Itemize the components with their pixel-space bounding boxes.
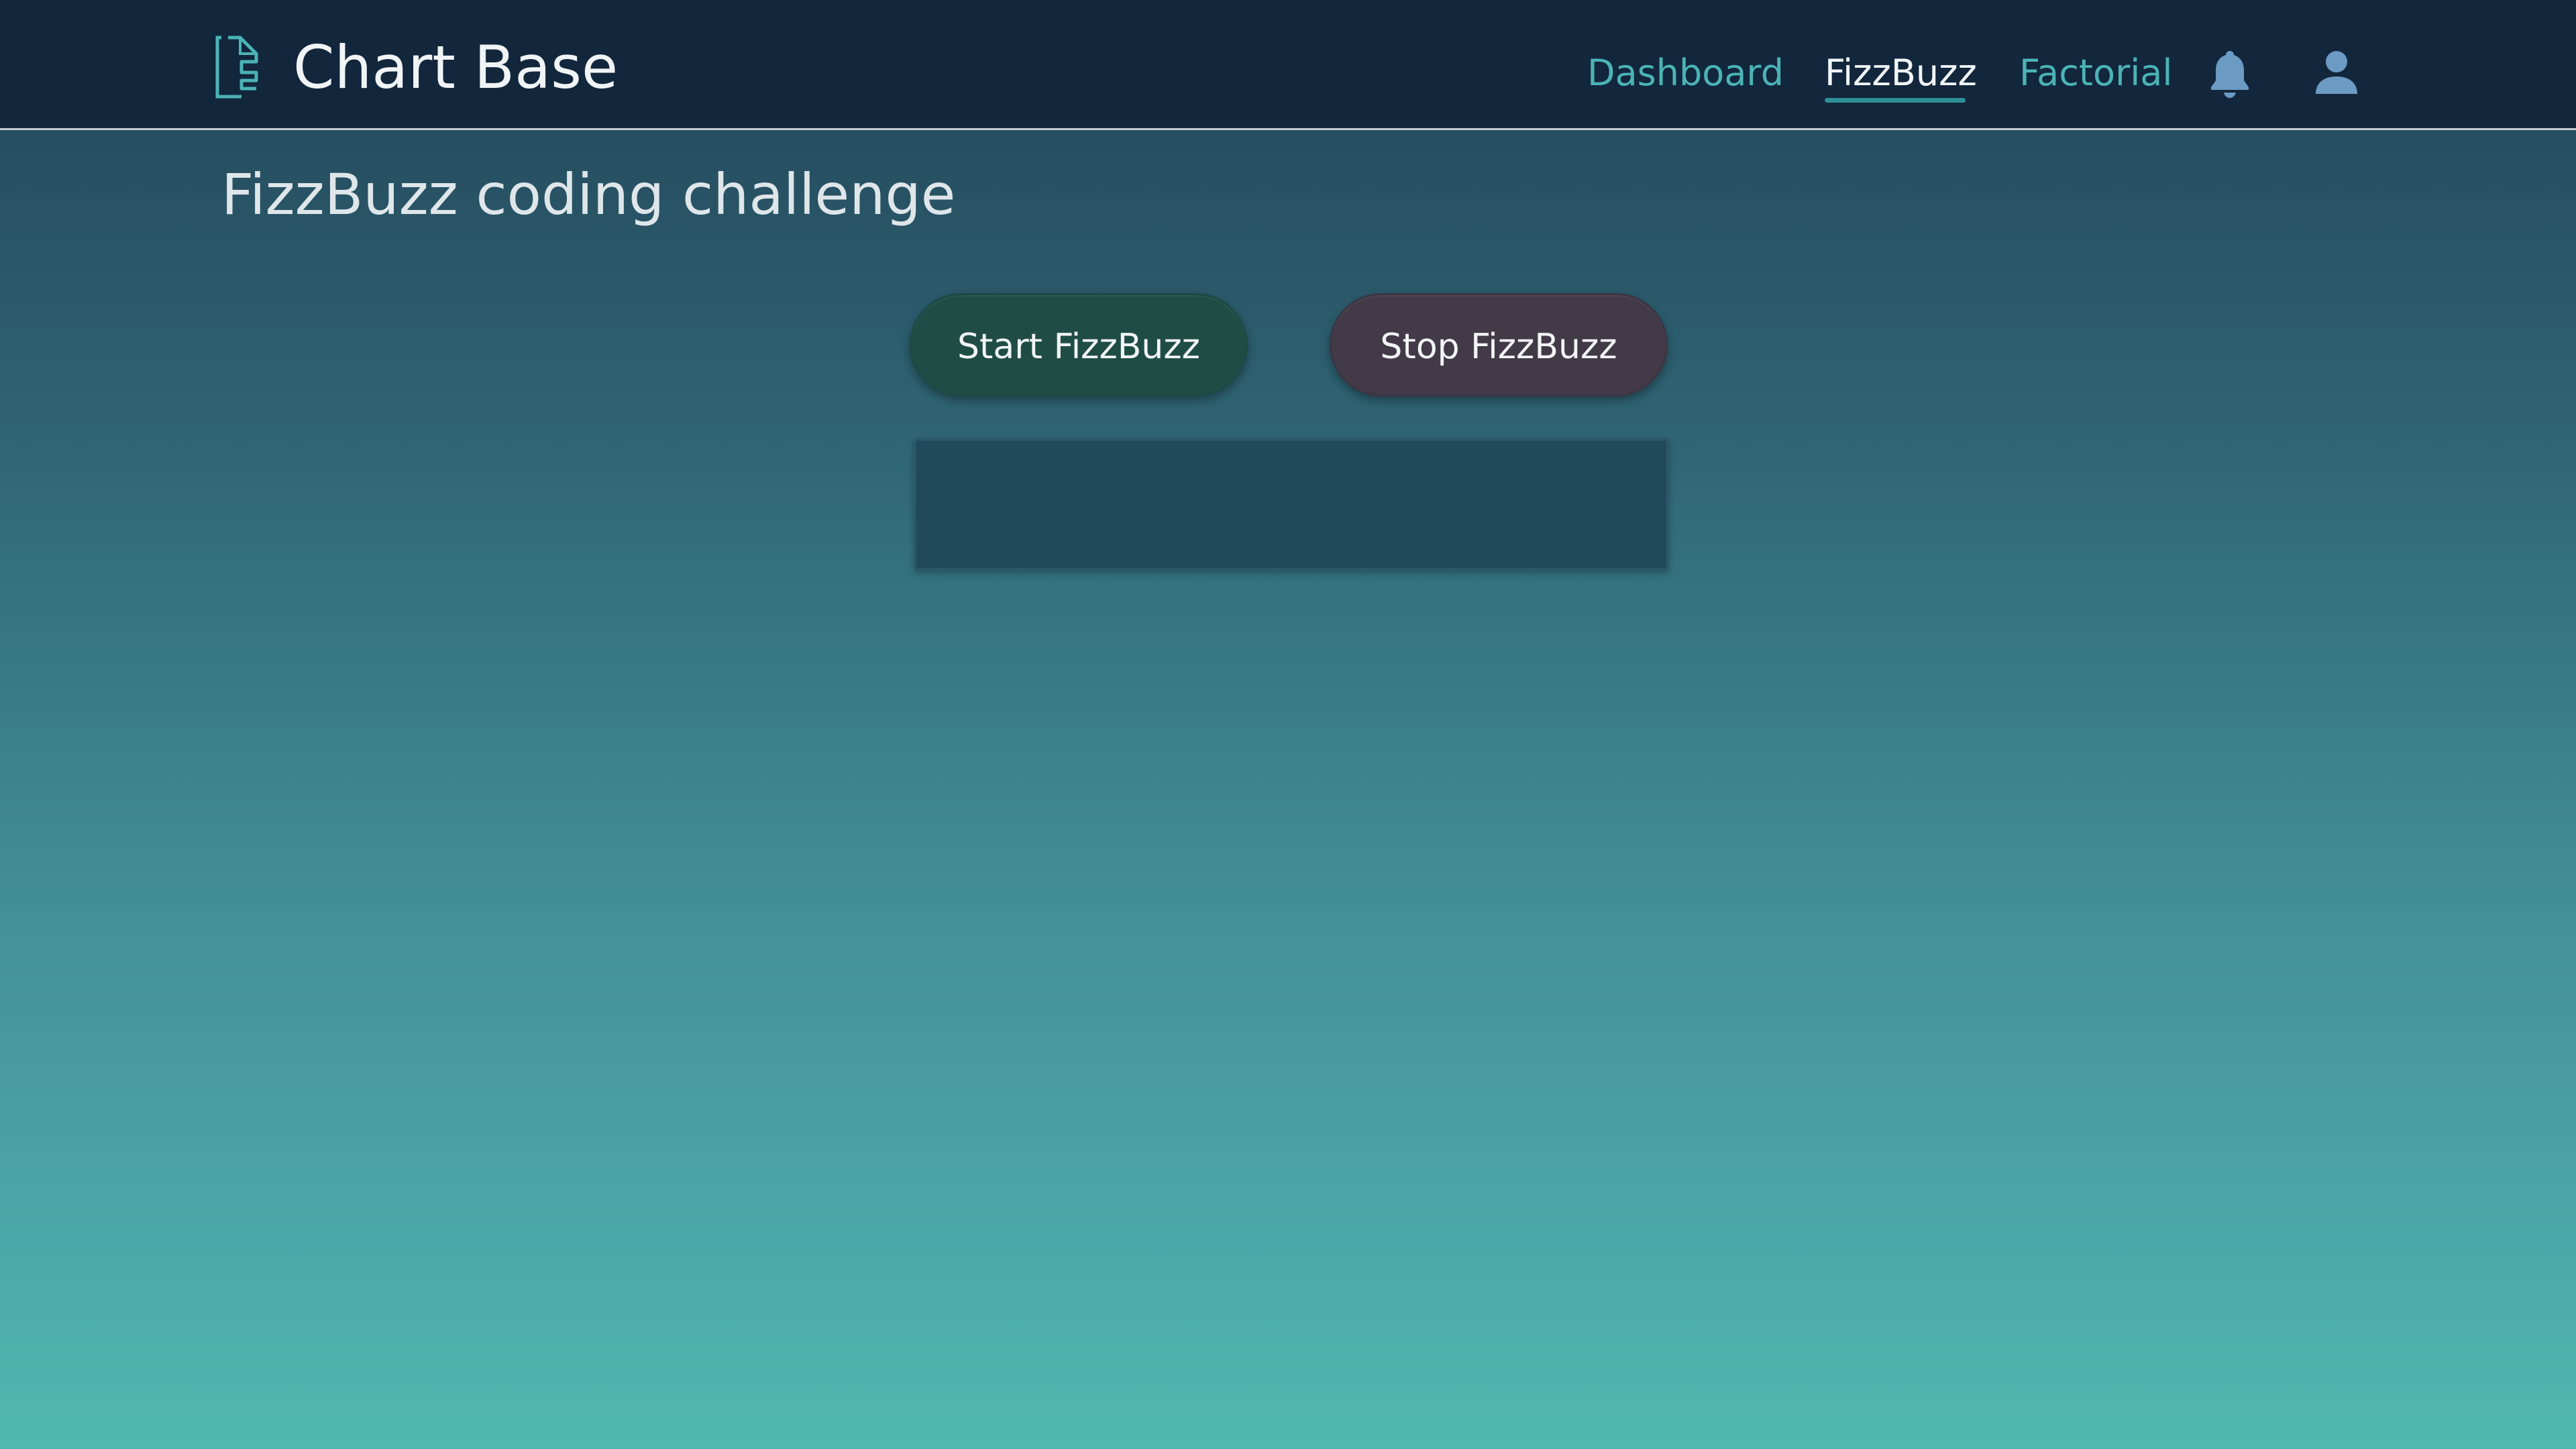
app-logo-icon <box>215 36 258 99</box>
fizzbuzz-output-text <box>930 454 1653 555</box>
active-nav-indicator <box>1825 98 1966 103</box>
start-fizzbuzz-button[interactable]: Start FizzBuzz <box>910 293 1248 396</box>
bell-icon[interactable] <box>2207 48 2253 98</box>
stop-fizzbuzz-button[interactable]: Stop FizzBuzz <box>1330 293 1668 396</box>
top-navigation-bar: Chart Base Dashboard FizzBuzz Factorial <box>0 0 2576 130</box>
nav-link-factorial[interactable]: Factorial <box>2019 50 2172 97</box>
nav-link-dashboard[interactable]: Dashboard <box>1587 50 1784 97</box>
app-title[interactable]: Chart Base <box>293 31 618 105</box>
fizzbuzz-output-panel <box>914 438 1669 571</box>
user-icon[interactable] <box>2314 50 2359 95</box>
nav-link-fizzbuzz[interactable]: FizzBuzz <box>1825 50 1977 97</box>
page-title: FizzBuzz coding challenge <box>221 162 956 227</box>
